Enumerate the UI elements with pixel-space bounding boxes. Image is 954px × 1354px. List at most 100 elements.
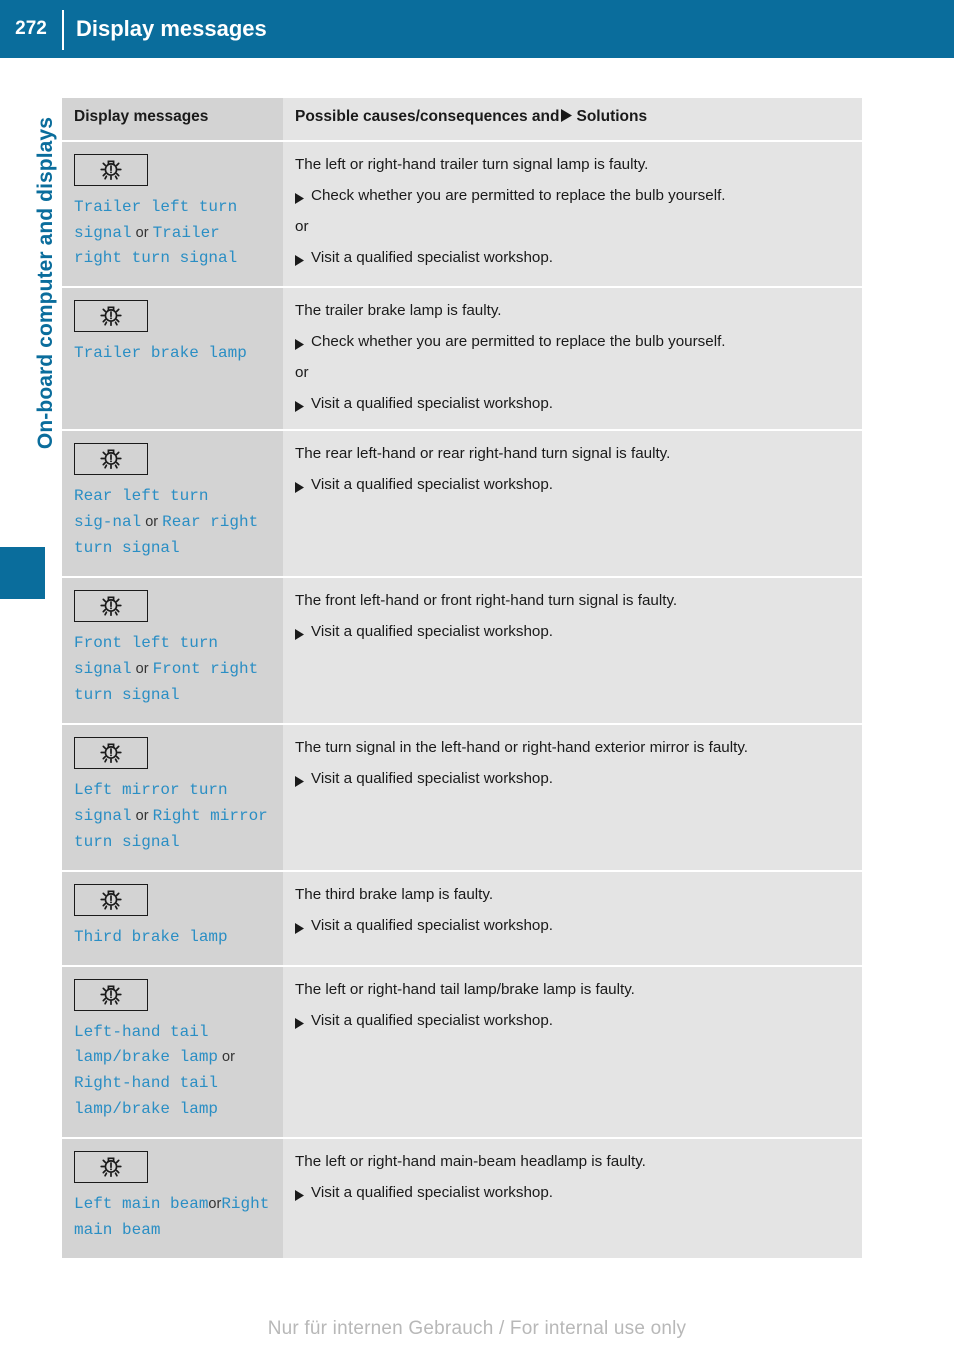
solution-step: Check whether you are permitted to repla…: [295, 185, 848, 207]
solution-cell: The front left-hand or front right-hand …: [283, 578, 862, 723]
message-name-part: Right-hand tail lamp/brake lamp: [74, 1074, 219, 1119]
solution-cell: The trailer brake lamp is faulty. Check w…: [283, 288, 862, 430]
column-header-solutions-text: Solutions: [576, 108, 648, 125]
solution-cell: The left or right-hand trailer turn sign…: [283, 141, 862, 287]
message-or-separator: or: [208, 1196, 222, 1213]
solution-or-label: or: [295, 364, 309, 382]
step-triangle-icon: [295, 397, 304, 419]
solution-step-text: Check whether you are permitted to repla…: [311, 333, 726, 351]
table-header-cell-left: Display messages: [62, 98, 283, 140]
step-triangle-icon: [295, 625, 304, 647]
step-triangle-icon: [295, 919, 304, 941]
lamp-warning-icon: [74, 978, 148, 1011]
solution-step: Visit a qualified specialist workshop.: [295, 621, 848, 643]
solution-step: Visit a qualified specialist workshop.: [295, 1182, 848, 1204]
cause-text: The left or right-hand main-beam headlam…: [295, 1153, 646, 1171]
solution-step-text: Visit a qualified specialist workshop.: [311, 248, 553, 266]
solution-or-label: or: [295, 217, 309, 235]
page-header-bar: 272 Display messages: [0, 0, 954, 58]
cause-text: The left or right-hand tail lamp/brake l…: [295, 980, 635, 998]
message-cell: Rear left turn sig‑nal or Rear right tur…: [62, 431, 283, 577]
message-name: Trailer left turn signal or Trailer righ…: [74, 195, 271, 273]
message-cell: Third brake lamp: [62, 871, 283, 965]
solution-step-text: Visit a qualified specialist workshop.: [311, 1011, 553, 1029]
message-cell: Left main beamorRight main beam: [62, 1139, 283, 1258]
solution-step: Visit a qualified specialist workshop.: [295, 1010, 848, 1032]
table-row: Left main beamorRight main beam The left …: [62, 1139, 862, 1258]
message-name-part: Left-hand tail lamp/brake lamp: [74, 1022, 219, 1067]
solution-step-text: Visit a qualified specialist workshop.: [311, 916, 553, 934]
lamp-warning-icon: [74, 736, 148, 769]
message-name: Trailer brake lamp: [74, 341, 271, 367]
step-triangle-icon: [295, 335, 304, 357]
page-number: 272: [15, 18, 47, 39]
display-messages-table: Display messages Possible causes/consequ…: [62, 98, 862, 1258]
message-or-separator: or: [131, 661, 153, 678]
lamp-warning-icon: [74, 300, 148, 333]
solution-step: Visit a qualified specialist workshop.: [295, 474, 848, 496]
solution-step: Visit a qualified specialist workshop.: [295, 393, 848, 415]
table-header-cell-right: Possible causes/consequences and Solution…: [283, 98, 862, 140]
solution-step: Visit a qualified specialist workshop.: [295, 247, 848, 269]
cause-text: The trailer brake lamp is faulty.: [295, 302, 502, 320]
cause-text: The front left-hand or front right-hand …: [295, 592, 678, 610]
lamp-warning-icon: [74, 883, 148, 916]
message-name: Front left turn signal or Front right tu…: [74, 631, 271, 709]
chapter-tab-marker: [0, 547, 45, 599]
step-triangle-icon: [295, 251, 304, 273]
message-name-part: Left main beam: [74, 1195, 209, 1214]
solution-cell: The turn signal in the left-hand or righ…: [283, 724, 862, 870]
chapter-label-vertical: On-board computer and displays: [34, 117, 57, 450]
lamp-warning-icon: [74, 153, 148, 186]
step-triangle-icon: [295, 189, 304, 211]
lamp-warning-icon: [74, 590, 148, 623]
solution-step-text: Check whether you are permitted to repla…: [311, 186, 726, 204]
cause-text: The turn signal in the left-hand or righ…: [295, 738, 749, 756]
message-name: Left-hand tail lamp/brake lamp or Right-…: [74, 1020, 271, 1124]
message-or-separator: or: [218, 1049, 235, 1066]
step-triangle-icon: [295, 772, 304, 794]
table-row: Rear left turn sig‑nal or Rear right tur…: [62, 431, 862, 579]
table-header-row: Display messages Possible causes/consequ…: [62, 98, 862, 142]
table-body: Trailer left turn signal or Trailer righ…: [62, 141, 862, 1258]
solution-step: Visit a qualified specialist workshop.: [295, 915, 848, 937]
cause-text: The left or right-hand trailer turn sign…: [295, 155, 649, 173]
solution-cell: The third brake lamp is faulty. Visit a q…: [283, 871, 862, 965]
table-row: Left mirror turn signal or Right mirror …: [62, 724, 862, 872]
lamp-warning-icon: [74, 443, 148, 476]
message-name: Third brake lamp: [74, 925, 271, 951]
solution-cell: The rear left-hand or rear right-hand tu…: [283, 431, 862, 577]
solution-step-text: Visit a qualified specialist workshop.: [311, 769, 553, 787]
message-cell: Front left turn signal or Front right tu…: [62, 578, 283, 723]
solution-step-text: Visit a qualified specialist workshop.: [311, 623, 553, 641]
column-header-solutions: Possible causes/consequences and Solution…: [295, 108, 848, 128]
table-row: Front left turn signal or Front right tu…: [62, 578, 862, 725]
solution-step-text: Visit a qualified specialist workshop.: [311, 1184, 553, 1202]
column-header-display-messages: Display messages: [74, 108, 209, 125]
header-divider: [62, 10, 64, 50]
message-name-part: Trailer brake lamp: [74, 344, 247, 363]
column-header-causes-text: Possible causes/consequences and: [295, 108, 560, 125]
step-triangle-icon: [295, 1186, 304, 1208]
step-triangle-icon: [295, 1014, 304, 1036]
solution-cell: The left or right-hand main-beam headlam…: [283, 1139, 862, 1258]
solution-step: Visit a qualified specialist workshop.: [295, 768, 848, 790]
table-row: Left-hand tail lamp/brake lamp or Right-…: [62, 966, 862, 1140]
table-row: Trailer left turn signal or Trailer righ…: [62, 141, 862, 289]
message-or-separator: or: [131, 224, 153, 241]
message-cell: Trailer brake lamp: [62, 288, 283, 430]
table-row: Trailer brake lamp The trailer brake lamp…: [62, 288, 862, 432]
message-name: Rear left turn sig‑nal or Rear right tur…: [74, 484, 271, 562]
step-triangle-icon: [295, 478, 304, 500]
lamp-warning-icon: [74, 1151, 148, 1184]
message-name: Left mirror turn signal or Right mirror …: [74, 778, 271, 856]
cause-text: The third brake lamp is faulty.: [295, 885, 494, 903]
message-cell: Left mirror turn signal or Right mirror …: [62, 724, 283, 870]
message-cell: Trailer left turn signal or Trailer righ…: [62, 141, 283, 287]
message-name-part: Third brake lamp: [74, 927, 228, 946]
solution-step-text: Visit a qualified specialist workshop.: [311, 476, 553, 494]
table-row: Third brake lamp The third brake lamp is …: [62, 871, 862, 967]
message-cell: Left-hand tail lamp/brake lamp or Right-…: [62, 966, 283, 1138]
message-name: Left main beamorRight main beam: [74, 1192, 271, 1244]
page-title: Display messages: [76, 16, 267, 41]
